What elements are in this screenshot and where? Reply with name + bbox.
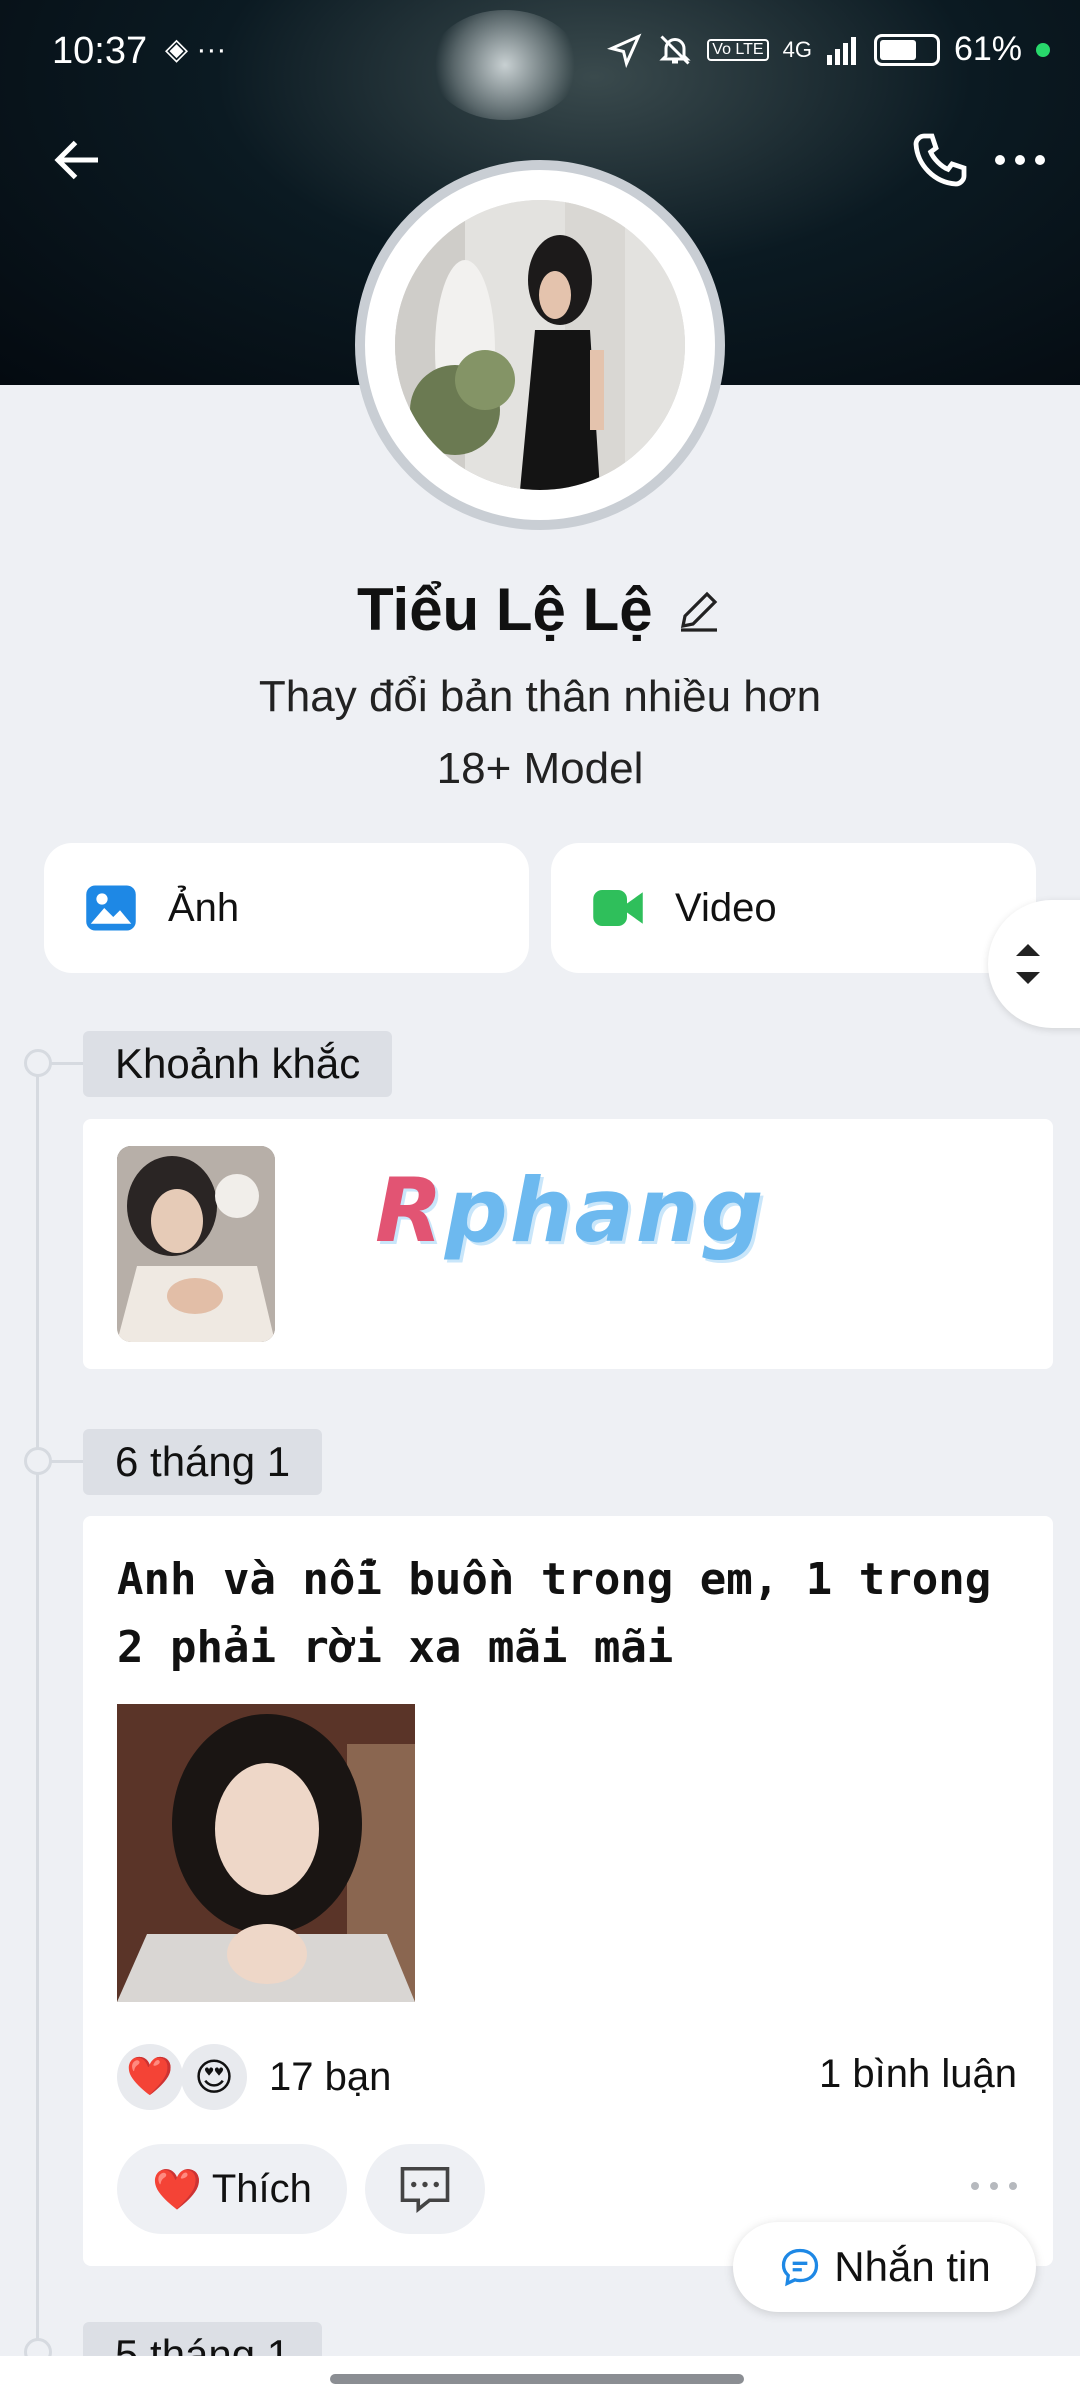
like-button-label: Thích xyxy=(211,2166,312,2211)
comment-count[interactable]: 1 bình luận xyxy=(819,2052,1017,2097)
mute-bell-icon xyxy=(659,34,691,65)
post-image[interactable] xyxy=(117,1704,415,2002)
status-bar: 10:37 ◈ ··· Vo LTE 4G 61% xyxy=(0,0,1080,110)
send-message-button[interactable]: Nhắn tin xyxy=(733,2222,1036,2312)
timeline-tick xyxy=(50,1460,84,1463)
photos-tile[interactable]: Ảnh xyxy=(44,843,529,973)
comment-bubble-icon xyxy=(400,2166,450,2213)
image-icon xyxy=(86,885,136,931)
avatar-photo xyxy=(395,200,685,490)
profile-bio-line2: 18+ Model xyxy=(436,744,644,793)
videos-tile[interactable]: Video xyxy=(551,843,1036,973)
watermark-logo: Rphang xyxy=(375,1159,766,1262)
privacy-dot xyxy=(1036,42,1050,57)
signal-icon xyxy=(826,36,856,65)
location-icon xyxy=(607,33,642,68)
avatar-ring[interactable] xyxy=(355,160,725,530)
moments-card[interactable]: Rphang xyxy=(83,1119,1053,1369)
videos-tile-label: Video xyxy=(675,885,777,930)
post-card[interactable]: Anh và nỗi buồn trong em, 1 trong 2 phải… xyxy=(83,1516,1053,2266)
moment-photo xyxy=(117,1146,275,1342)
post-more-icon[interactable] xyxy=(969,2176,1019,2196)
timeline-tick xyxy=(50,1062,84,1065)
message-bubble-icon xyxy=(782,2248,819,2287)
profile-name: Tiểu Lệ Lệ xyxy=(356,576,653,643)
timeline-line xyxy=(36,1060,39,2400)
post-date-chip: 6 tháng 1 xyxy=(83,1429,323,1495)
battery-icon xyxy=(873,33,940,66)
status-time: 10:37 xyxy=(52,30,148,72)
heart-eyes-reaction-icon: 😍 xyxy=(181,2044,247,2110)
status-left-icons: ◈ ··· xyxy=(165,33,227,66)
volte-icon: Vo LTE xyxy=(707,38,769,61)
heart-reaction-icon: ❤️ xyxy=(117,2044,183,2110)
battery-percent: 61% xyxy=(953,30,1022,68)
timeline-dot xyxy=(24,1049,52,1077)
comment-button[interactable] xyxy=(365,2144,485,2234)
reaction-count: 17 bạn xyxy=(269,2054,392,2099)
moment-thumbnail[interactable] xyxy=(117,1146,275,1342)
network-type: 4G xyxy=(782,36,812,62)
phone-icon[interactable] xyxy=(908,128,972,192)
post-photo xyxy=(117,1704,415,2002)
home-indicator[interactable] xyxy=(330,2374,744,2384)
avatar[interactable] xyxy=(395,200,685,490)
reactions-row[interactable]: ❤️ 😍 17 bạn 1 bình luận xyxy=(117,2044,1017,2110)
profile-name-row: Tiểu Lệ Lệ xyxy=(0,575,1080,644)
heart-icon: ❤️ xyxy=(152,2167,202,2212)
up-down-arrows-icon xyxy=(1016,944,1040,984)
profile-bio-line1: Thay đổi bản thân nhiều hơn xyxy=(258,672,822,721)
back-arrow-icon[interactable] xyxy=(48,130,108,190)
video-camera-icon xyxy=(593,890,643,926)
timeline-dot xyxy=(24,1447,52,1475)
post-text: Anh và nỗi buồn trong em, 1 trong 2 phải… xyxy=(117,1554,992,1673)
send-message-label: Nhắn tin xyxy=(834,2243,991,2290)
moments-chip: Khoảnh khắc xyxy=(83,1031,393,1097)
edit-pencil-icon[interactable] xyxy=(675,586,723,634)
photos-tile-label: Ảnh xyxy=(168,885,240,930)
more-options-icon[interactable] xyxy=(990,130,1050,190)
like-button[interactable]: ❤️ Thích xyxy=(117,2144,347,2234)
